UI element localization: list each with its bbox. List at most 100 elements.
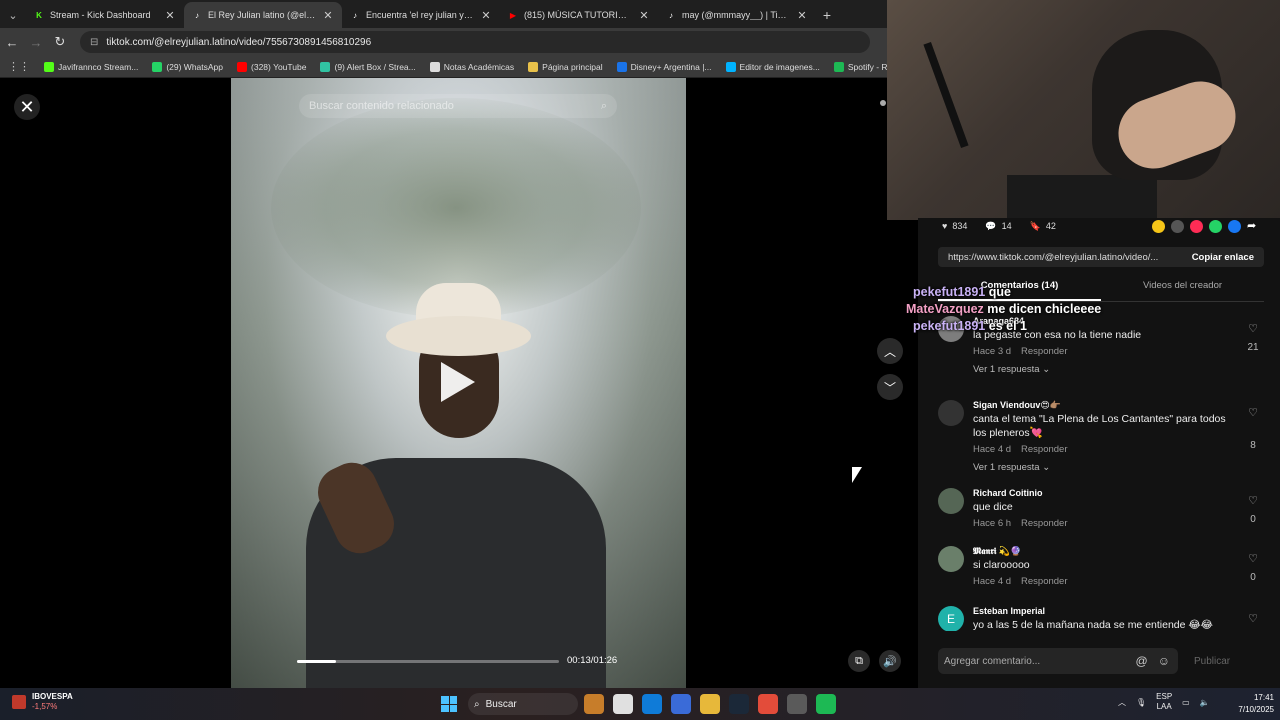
video-player[interactable]: Buscar contenido relacionado ⌕ 00:13/01:… xyxy=(231,78,686,688)
bookmark-item[interactable]: Spotify - Reproduct... xyxy=(833,61,887,72)
comment-meta: Hace 4 d Responder xyxy=(973,444,1078,455)
bookmark-item[interactable]: Página principal xyxy=(528,61,603,72)
comment-button[interactable]: 💬 14 xyxy=(985,221,1011,232)
avatar[interactable] xyxy=(938,546,964,572)
heart-icon[interactable]: ♡ xyxy=(1244,552,1262,565)
bookmark-item[interactable]: (29) WhatsApp xyxy=(152,61,223,72)
new-tab-button[interactable]: + xyxy=(816,2,838,28)
browser-tab[interactable]: ♪ Encuentra 'el rey julian y maxi a ✕ xyxy=(342,2,500,28)
reply-button[interactable]: Responder xyxy=(1021,518,1067,529)
close-tab-icon[interactable]: ✕ xyxy=(638,9,650,22)
tab-favicon-icon: ♪ xyxy=(195,10,199,20)
browser-tab[interactable]: ▶ (815) MÚSICA TUTORIAL YUYA ✕ xyxy=(500,2,658,28)
taskbar-app-icon[interactable] xyxy=(729,694,749,714)
comment-like-count: 0 xyxy=(1250,572,1256,583)
comment-author[interactable]: Esteban Imperial xyxy=(973,606,1045,616)
forward-button[interactable]: → xyxy=(24,35,48,50)
like-button[interactable]: ♥ 834 xyxy=(942,221,967,231)
bookmark-item[interactable]: Editor de imagenes... xyxy=(725,61,820,72)
stock-ticker-widget[interactable]: IBOVESPA -1,57% xyxy=(12,692,73,712)
floating-player-icon[interactable]: ⧉ xyxy=(848,650,870,672)
previous-video-button[interactable]: ︿ xyxy=(877,338,903,364)
more-options-icon[interactable] xyxy=(880,100,886,106)
close-tab-icon[interactable]: ✕ xyxy=(796,9,808,22)
avatar[interactable] xyxy=(938,400,964,426)
comment-author[interactable]: 𝕸𝖆𝖓𝖗𝖎 💫🔮 xyxy=(973,546,1021,557)
webcam-scene xyxy=(923,41,969,149)
taskbar-app-icon[interactable] xyxy=(671,694,691,714)
avatar[interactable]: E xyxy=(938,606,964,631)
apps-grid-icon[interactable]: ⋮⋮ xyxy=(8,60,30,73)
search-icon[interactable]: ⌕ xyxy=(601,100,607,113)
publish-button[interactable]: Publicar xyxy=(1194,656,1230,667)
windows-start-icon[interactable] xyxy=(441,696,457,712)
chevron-up-icon[interactable]: ︿ xyxy=(1118,697,1126,708)
stream-chat-overlay: pekefut1891 que MateVazquez me dicen chic… xyxy=(906,284,1101,335)
volume-icon[interactable]: 🔊 xyxy=(879,650,901,672)
video-frame-figure xyxy=(386,316,531,356)
bookmark-item[interactable]: Notas Académicas xyxy=(429,61,514,72)
heart-icon[interactable]: ♡ xyxy=(1244,322,1262,335)
related-search-input[interactable]: Buscar contenido relacionado ⌕ xyxy=(299,94,617,118)
avatar[interactable] xyxy=(938,488,964,514)
save-button[interactable]: 🔖 42 xyxy=(1030,221,1056,232)
reply-button[interactable]: Responder xyxy=(1021,444,1067,455)
display-icon[interactable]: ▭ xyxy=(1182,698,1190,707)
site-info-icon[interactable]: ⊟ xyxy=(90,37,98,48)
back-button[interactable]: ← xyxy=(0,35,24,50)
browser-tab[interactable]: ♪ may (@mmmayy__) | TikTok ✕ xyxy=(658,2,816,28)
comment-list: Aranaga684 la pegaste con esa no la tien… xyxy=(938,316,1264,631)
comment-input[interactable]: Agregar comentario... @ ☺ xyxy=(938,648,1178,674)
mention-icon[interactable]: @ xyxy=(1136,654,1148,668)
bookmark-item[interactable]: Javifrannco Stream... xyxy=(44,61,138,72)
play-icon[interactable] xyxy=(441,362,475,402)
view-replies-button[interactable]: Ver 1 respuesta ⌄ xyxy=(973,462,1050,473)
bookmark-item[interactable]: Disney+ Argentina |... xyxy=(616,61,712,72)
bookmark-label: Editor de imagenes... xyxy=(739,61,820,72)
tab-search-menu[interactable]: ⌄ xyxy=(0,2,26,28)
heart-icon[interactable]: ♡ xyxy=(1244,612,1262,625)
reply-button[interactable]: Responder xyxy=(1021,346,1067,357)
reload-button[interactable]: ↻ xyxy=(48,34,72,50)
video-timecode: 00:13/01:26 xyxy=(567,655,618,666)
bookmark-item[interactable]: (9) Alert Box / Strea... xyxy=(320,61,416,72)
heart-icon[interactable]: ♡ xyxy=(1244,494,1262,507)
taskbar-clock[interactable]: 17:41 7/10/2025 xyxy=(1230,692,1274,716)
video-progress-bar[interactable] xyxy=(297,660,559,663)
browser-tab[interactable]: K Stream - Kick Dashboard ✕ xyxy=(26,2,184,28)
taskbar-app-icon[interactable] xyxy=(787,694,807,714)
comment-author[interactable]: Richard Coitinio xyxy=(973,488,1043,498)
taskbar-app-icon[interactable] xyxy=(700,694,720,714)
share-whatsapp-icon[interactable] xyxy=(1209,219,1222,233)
close-tab-icon[interactable]: ✕ xyxy=(322,9,334,22)
taskbar-app-icon[interactable] xyxy=(758,694,778,714)
taskbar-app-icon[interactable] xyxy=(584,694,604,714)
embed-icon[interactable] xyxy=(1171,219,1184,233)
share-emoji-icon[interactable] xyxy=(1152,219,1165,233)
taskbar-app-icon[interactable] xyxy=(613,694,633,714)
taskbar-app-icon[interactable] xyxy=(642,694,662,714)
url-field[interactable]: ⊟ tiktok.com/@elreyjulian.latino/video/7… xyxy=(80,31,870,53)
view-replies-button[interactable]: Ver 1 respuesta ⌄ xyxy=(973,364,1050,375)
bookmark-item[interactable]: (328) YouTube xyxy=(237,61,306,72)
browser-tab[interactable]: ♪ El Rey Julian latino (@elreyj ✕ xyxy=(184,2,342,28)
reply-button[interactable]: Responder xyxy=(1021,576,1067,587)
microphone-icon[interactable]: 🎙 xyxy=(1136,698,1146,707)
language-indicator[interactable]: ESP LAA xyxy=(1156,692,1172,712)
close-tab-icon[interactable]: ✕ xyxy=(164,9,176,22)
emoji-icon[interactable]: ☺ xyxy=(1158,654,1170,668)
share-tiktok-icon[interactable] xyxy=(1190,219,1203,233)
tab-creator-videos[interactable]: Videos del creador xyxy=(1101,280,1264,301)
speaker-icon[interactable]: 🔈 xyxy=(1200,698,1210,707)
comment-author[interactable]: Sigan Viendouv😍👉🏽 xyxy=(973,400,1061,411)
comment-text: que dice xyxy=(973,501,1013,513)
share-facebook-icon[interactable] xyxy=(1228,219,1241,233)
copy-link-button[interactable]: Copiar enlace xyxy=(1182,252,1264,263)
next-video-button[interactable]: ﹀ xyxy=(877,374,903,400)
taskbar-app-icon[interactable] xyxy=(816,694,836,714)
taskbar-search[interactable]: ⌕ Buscar xyxy=(468,693,578,715)
share-arrow-icon[interactable]: ➦ xyxy=(1247,220,1260,233)
heart-icon[interactable]: ♡ xyxy=(1244,406,1262,419)
close-tab-icon[interactable]: ✕ xyxy=(480,9,492,22)
close-video-button[interactable]: ✕ xyxy=(14,94,40,120)
